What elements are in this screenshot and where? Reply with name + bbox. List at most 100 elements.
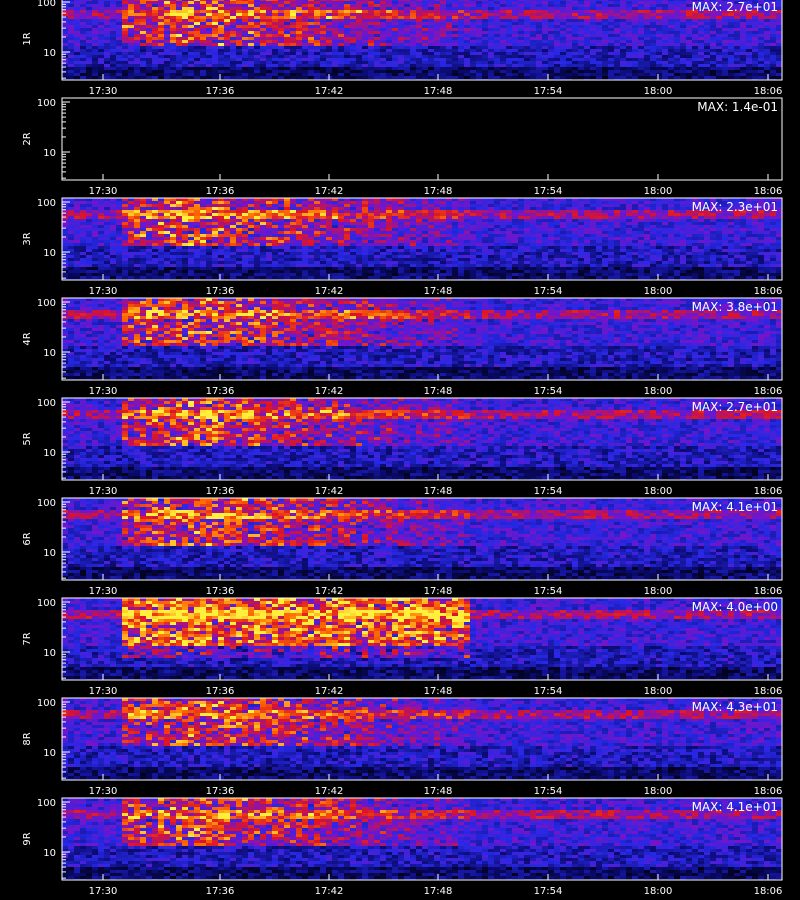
y-tick-label: 10: [43, 848, 56, 859]
x-tick-label: 17:42: [315, 386, 344, 397]
x-tick-label: 17:54: [534, 686, 563, 697]
x-tick-label: 17:54: [534, 86, 563, 97]
x-tick-label: 17:54: [534, 586, 563, 597]
x-tick-label: 18:00: [644, 786, 673, 797]
x-tick-label: 17:48: [424, 586, 453, 597]
x-tick-label: 17:54: [534, 386, 563, 397]
x-tick-label: 17:42: [315, 186, 344, 197]
heatmap-cells: [62, 0, 782, 80]
x-tick-label: 17:36: [206, 886, 235, 897]
panel-label: 4R: [22, 332, 33, 345]
max-label: MAX: 3.8e+01: [692, 300, 778, 314]
y-tick-label: 10: [43, 48, 56, 59]
x-tick-label: 17:48: [424, 686, 453, 697]
y-tick-label: 100: [37, 198, 56, 209]
y-tick-label: 100: [37, 798, 56, 809]
x-tick-label: 17:48: [424, 786, 453, 797]
x-tick-label: 18:00: [644, 86, 673, 97]
x-tick-label: 17:54: [534, 286, 563, 297]
x-tick-label: 17:42: [315, 786, 344, 797]
x-tick-label: 17:54: [534, 486, 563, 497]
x-tick-label: 17:54: [534, 186, 563, 197]
x-tick-label: 17:42: [315, 886, 344, 897]
x-tick-label: 18:00: [644, 386, 673, 397]
x-tick-label: 18:06: [754, 286, 783, 297]
x-tick-label: 18:00: [644, 586, 673, 597]
y-tick-label: 100: [37, 298, 56, 309]
panel-6r: 100 10 6R MAX: 4.1e+01 17:30 17:36 17:42 17:48 1…: [22, 497, 783, 597]
y-tick-label: 100: [37, 398, 56, 409]
x-tick-label: 17:36: [206, 586, 235, 597]
panel-2r: 100 10 2R MAX: 1.4e-01 17:30 17:36 17:42 17:48 1…: [22, 97, 783, 197]
x-tick-label: 17:36: [206, 486, 235, 497]
x-tick-label: 18:06: [754, 386, 783, 397]
x-tick-label: 18:00: [644, 286, 673, 297]
y-tick-label: 100: [37, 498, 56, 509]
x-tick-label: 18:06: [754, 486, 783, 497]
heatmap-cells: [62, 498, 782, 580]
x-tick-label: 17:30: [89, 886, 118, 897]
max-label: MAX: 2.7e+01: [692, 0, 778, 14]
x-tick-label: 17:48: [424, 486, 453, 497]
y-tick-label: 10: [43, 348, 56, 359]
x-tick-label: 17:36: [206, 786, 235, 797]
x-tick-label: 18:06: [754, 86, 783, 97]
x-tick-label: 18:06: [754, 686, 783, 697]
y-tick-label: 10: [43, 648, 56, 659]
x-tick-label: 17:30: [89, 386, 118, 397]
x-tick-label: 18:06: [754, 786, 783, 797]
panel-8r: 100 10 8R MAX: 4.3e+01 17:30 17:36 17:42 17:48 1…: [22, 697, 783, 797]
max-label: MAX: 1.4e-01: [697, 100, 778, 114]
x-tick-label: 17:36: [206, 286, 235, 297]
x-tick-label: 17:30: [89, 86, 118, 97]
y-tick-label: 10: [43, 548, 56, 559]
panel-label: 9R: [22, 832, 33, 845]
plot-area: [62, 98, 782, 180]
x-tick-label: 17:48: [424, 886, 453, 897]
max-label: MAX: 2.3e+01: [692, 200, 778, 214]
max-label: MAX: 4.1e+01: [692, 500, 778, 514]
y-tick-label: 100: [37, 698, 56, 709]
panel-7r: 100 10 7R MAX: 4.0e+00 17:30 17:36 17:42 17:48 1…: [22, 597, 783, 697]
x-tick-label: 17:30: [89, 686, 118, 697]
panel-label: 5R: [22, 432, 33, 445]
heatmap-cells: [62, 198, 782, 280]
x-tick-label: 17:48: [424, 286, 453, 297]
y-tick-label: 100: [37, 0, 56, 9]
panel-5r: 100 10 5R MAX: 2.7e+01 17:30 17:36 17:42 17:48 1…: [22, 397, 783, 497]
x-tick-label: 18:00: [644, 486, 673, 497]
x-tick-label: 17:42: [315, 586, 344, 597]
max-label: MAX: 2.7e+01: [692, 400, 778, 414]
x-tick-label: 17:48: [424, 86, 453, 97]
x-tick-label: 18:06: [754, 186, 783, 197]
x-tick-label: 17:36: [206, 386, 235, 397]
x-tick-label: 17:42: [315, 486, 344, 497]
x-tick-label: 17:48: [424, 186, 453, 197]
x-tick-label: 17:54: [534, 886, 563, 897]
x-tick-label: 17:48: [424, 386, 453, 397]
x-tick-label: 17:36: [206, 686, 235, 697]
y-tick-label: 10: [43, 148, 56, 159]
panel-label: 8R: [22, 732, 33, 745]
heatmap-cells: [62, 298, 782, 380]
panel-1r: 100 10 1R MAX: 2.7e+01 17:30 17:36 17:42 17:48 1…: [22, 0, 783, 97]
x-tick-label: 17:30: [89, 286, 118, 297]
panel-label: 6R: [22, 532, 33, 545]
panel-label: 3R: [22, 232, 33, 245]
spectrogram-figure: 100101RMAX: 2.7e+0117:30 17:36 17:42 17:48 1…: [22, 0, 783, 897]
heatmap-cells: [62, 398, 782, 480]
y-tick-label: 10: [43, 248, 56, 259]
x-tick-label: 17:42: [315, 686, 344, 697]
max-label: MAX: 4.0e+00: [692, 600, 778, 614]
x-tick-label: 18:06: [754, 586, 783, 597]
x-tick-label: 17:42: [315, 286, 344, 297]
x-tick-label: 17:30: [89, 486, 118, 497]
panel-label: 2R: [22, 132, 33, 145]
x-tick-label: 17:30: [89, 186, 118, 197]
y-tick-label: 10: [43, 748, 56, 759]
panel-3r: 100 10 3R MAX: 2.3e+01 17:30 17:36 17:42 17:48 1…: [22, 197, 783, 297]
x-tick-label: 17:30: [89, 586, 118, 597]
max-label: MAX: 4.1e+01: [692, 800, 778, 814]
y-tick-label: 100: [37, 98, 56, 109]
x-tick-label: 17:54: [534, 786, 563, 797]
